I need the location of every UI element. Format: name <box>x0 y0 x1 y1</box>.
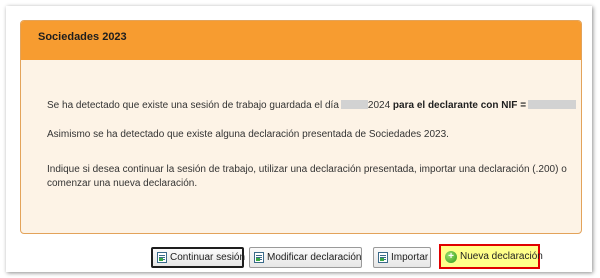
continuar-sesion-label: Continuar sesión <box>170 252 246 263</box>
document-icon <box>157 252 167 263</box>
nueva-declaracion-label: Nueva declaración <box>460 251 543 262</box>
dialog-frame: Sociedades 2023 Se ha detectado que exis… <box>6 6 592 272</box>
document-icon <box>254 252 264 263</box>
session-year: 2024 <box>367 100 391 111</box>
session-panel: Sociedades 2023 Se ha detectado que exis… <box>20 20 582 234</box>
plus-circle-icon: + <box>445 250 457 263</box>
redacted-date <box>340 100 368 109</box>
panel-title: Sociedades 2023 <box>21 21 581 60</box>
continuar-sesion-button[interactable]: Continuar sesión <box>151 247 246 268</box>
modificar-declaracion-button[interactable]: Modificar declaración <box>249 247 362 268</box>
redacted-nif <box>528 100 577 109</box>
importar-button[interactable]: Importar <box>373 247 431 268</box>
importar-label: Importar <box>391 252 429 263</box>
session-message: Se ha detectado que existe una sesión de… <box>47 99 577 113</box>
declarant-label: para el declarante con NIF = <box>392 100 527 111</box>
document-icon <box>378 252 388 263</box>
instructions-message: Indique si desea continuar la sesión de … <box>47 164 567 189</box>
nueva-declaracion-button[interactable]: + Nueva declaración <box>439 244 543 269</box>
presented-message: Asimismo se ha detectado que existe algu… <box>47 129 449 140</box>
modificar-declaracion-label: Modificar declaración <box>267 252 362 263</box>
session-message-text: Se ha detectado que existe una sesión de… <box>47 100 339 111</box>
